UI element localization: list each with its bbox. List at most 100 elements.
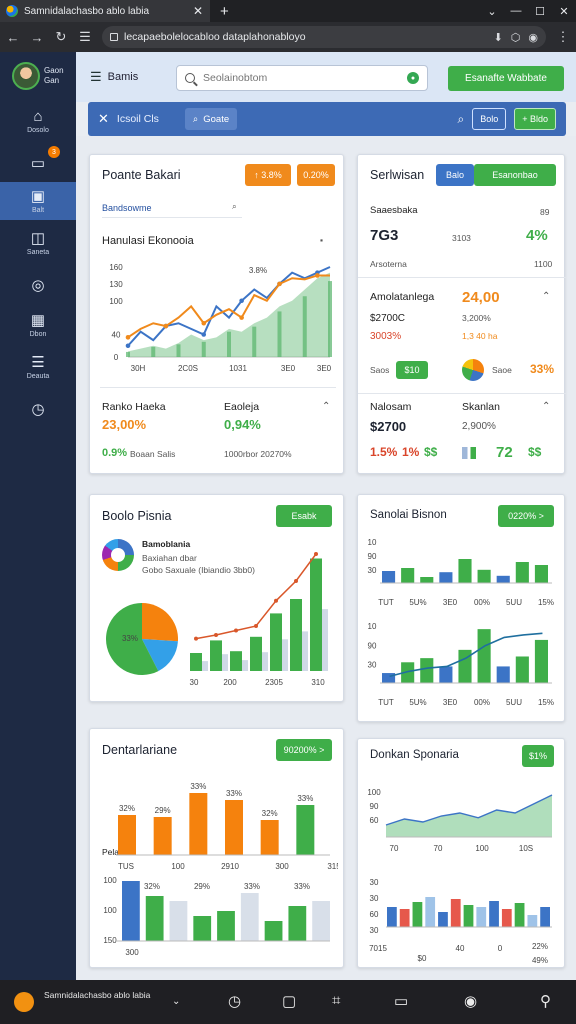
reload-icon[interactable]: ↻ bbox=[54, 29, 68, 45]
metric-d: 72 bbox=[496, 444, 513, 461]
row-extra: 89 bbox=[540, 207, 550, 217]
app-logo-icon[interactable] bbox=[14, 992, 34, 1012]
dual-bar-chart: 10 90 30 TUT 5U% 3E0 00% 5UU 15% 10 90 30 TUT 5U% 3E0 0… bbox=[368, 538, 554, 707]
download-icon[interactable]: ⬇ bbox=[494, 31, 503, 44]
add-filter-button[interactable]: + Bldo bbox=[514, 108, 556, 130]
chevron-down-icon[interactable]: ⌄ bbox=[172, 996, 180, 1007]
maximize-icon[interactable]: ☐ bbox=[528, 0, 552, 22]
filter-chip[interactable]: ⌕ Goate bbox=[184, 108, 238, 130]
tab-balo[interactable]: Balo bbox=[436, 164, 474, 186]
card-title: Donkan Sponaria bbox=[370, 749, 459, 761]
forward-icon[interactable]: → bbox=[30, 30, 44, 45]
address-bar[interactable]: lecapaebolelocabloo dataplahonabloyo ⬇ ⬡… bbox=[102, 26, 546, 48]
browser-tab[interactable]: Samnidalachasbo ablo labia ✕ bbox=[0, 0, 210, 22]
period-button[interactable]: $1% bbox=[522, 745, 554, 767]
close-window-icon[interactable]: ✕ bbox=[552, 0, 576, 22]
export-button[interactable]: Esabk bbox=[276, 505, 332, 527]
sidebar-item-dosolo[interactable]: ⌂ Dosolo bbox=[0, 102, 76, 140]
data-label: 33% bbox=[226, 789, 242, 798]
chevron-up-icon[interactable]: ⌃ bbox=[322, 401, 330, 412]
sidebar-item-monitor-icon[interactable]: ▭ 3 bbox=[0, 144, 76, 182]
new-tab-icon[interactable]: + bbox=[220, 3, 229, 20]
filter-text: Icsoil Cls bbox=[116, 113, 159, 125]
bar bbox=[210, 640, 222, 671]
badge-rate[interactable]: 0.20% bbox=[297, 164, 335, 186]
data-point bbox=[201, 320, 207, 326]
search-box[interactable]: ● bbox=[176, 65, 428, 91]
sidebar-item-dbon[interactable]: ▦ Dbon bbox=[0, 306, 76, 344]
bar bbox=[387, 907, 397, 927]
menu-icon[interactable]: ☰ bbox=[78, 29, 92, 45]
stat-value: 23,00% bbox=[102, 417, 147, 432]
data-point bbox=[234, 628, 238, 633]
card-pie-bars: Boolo Pisnia Esabk Bamoblania Baxiahan d… bbox=[89, 494, 344, 702]
filter-label[interactable]: Bandsowme bbox=[102, 203, 152, 213]
x-tick-label: 100 bbox=[171, 862, 185, 871]
crop-icon[interactable]: ⌗ bbox=[332, 992, 340, 1009]
chart-menu-icon[interactable]: ▪ bbox=[320, 235, 323, 245]
data-point bbox=[194, 636, 198, 641]
period-button[interactable]: 0220% > bbox=[498, 505, 554, 527]
bar-shadow bbox=[262, 652, 268, 671]
close-icon[interactable]: ✕ bbox=[192, 4, 204, 18]
y-tick-label: 90 bbox=[368, 552, 377, 561]
browser-icon[interactable]: ◉ bbox=[464, 992, 477, 1010]
primary-action-button[interactable]: Esanafte Wabbate bbox=[448, 66, 564, 91]
data-point bbox=[315, 273, 320, 278]
period-button[interactable]: 90200% > bbox=[276, 739, 332, 761]
chevron-up-icon[interactable]: ⌃ bbox=[542, 401, 550, 412]
search-icon: ⌕ bbox=[192, 113, 199, 125]
data-point bbox=[201, 332, 207, 337]
search-icon bbox=[185, 73, 195, 83]
y-tick-label: 30 bbox=[368, 566, 377, 575]
minimize-button[interactable]: — bbox=[504, 0, 528, 22]
badge-growth[interactable]: ↑ 3.8% bbox=[245, 164, 291, 186]
search-icon[interactable]: ⌕ bbox=[457, 112, 464, 127]
bar bbox=[190, 653, 202, 671]
bar bbox=[382, 673, 396, 683]
section-value: 24,00 bbox=[462, 289, 500, 306]
bar bbox=[515, 656, 529, 683]
status-dot-icon[interactable]: ● bbox=[407, 72, 419, 84]
bar bbox=[151, 346, 156, 357]
x-tick-label: 2305 bbox=[265, 678, 283, 687]
chevron-up-icon[interactable]: ⌃ bbox=[542, 291, 550, 302]
search-input[interactable] bbox=[203, 72, 399, 84]
section-title: Amolatanlega bbox=[370, 291, 435, 303]
bar bbox=[290, 599, 302, 671]
clock-icon[interactable]: ◷ bbox=[228, 992, 241, 1010]
avatar[interactable] bbox=[12, 62, 40, 90]
back-icon[interactable]: ← bbox=[6, 30, 20, 45]
data-point bbox=[294, 579, 298, 583]
bar bbox=[145, 896, 164, 941]
bar bbox=[225, 800, 243, 855]
app-header: ☰ Bamis ● Esanafte Wabbate bbox=[76, 52, 576, 102]
stat-label: Eaoleja bbox=[224, 401, 260, 413]
sidebar-item-saneta[interactable]: ◫ Saneta bbox=[0, 224, 76, 262]
user-icon[interactable]: ⚲ bbox=[540, 992, 551, 1010]
filter-button[interactable]: Bolo bbox=[472, 108, 507, 130]
window-icon[interactable]: ▭ bbox=[394, 992, 408, 1010]
bar bbox=[463, 905, 474, 927]
data-label: 32% bbox=[119, 804, 135, 813]
sidebar-item-deauta[interactable]: ☰ Deauta bbox=[0, 348, 76, 386]
search-icon[interactable]: ⌕ bbox=[232, 201, 237, 212]
x-tick-label: 3E0 bbox=[443, 598, 458, 607]
minimize-icon[interactable]: ⌄ bbox=[480, 0, 504, 22]
close-icon[interactable]: ✕ bbox=[98, 111, 109, 127]
menu-dots-icon[interactable]: ⋮ bbox=[556, 29, 570, 45]
sidebar-item-balt[interactable]: ▣ Balt bbox=[0, 182, 76, 220]
bar bbox=[227, 331, 231, 357]
document-icon: ◫ bbox=[30, 229, 46, 247]
url-text[interactable]: lecapaebolelocabloo dataplahonabloyo bbox=[124, 31, 488, 43]
sidebar-item-clock-icon[interactable]: ◷ bbox=[0, 390, 76, 428]
bag-icon[interactable]: ▢ bbox=[282, 992, 296, 1010]
sidebar-item-compass-icon[interactable]: ◎ bbox=[0, 266, 76, 304]
extensions-icon[interactable]: ⬡ bbox=[511, 31, 521, 44]
row-button[interactable]: $10 bbox=[396, 361, 428, 379]
bar bbox=[176, 344, 181, 357]
data-point bbox=[214, 633, 218, 637]
profile-icon[interactable]: ◉ bbox=[528, 31, 538, 44]
hamburger-icon[interactable]: ☰ bbox=[90, 69, 102, 85]
tab-esanonbao[interactable]: Esanonbao bbox=[474, 164, 556, 186]
